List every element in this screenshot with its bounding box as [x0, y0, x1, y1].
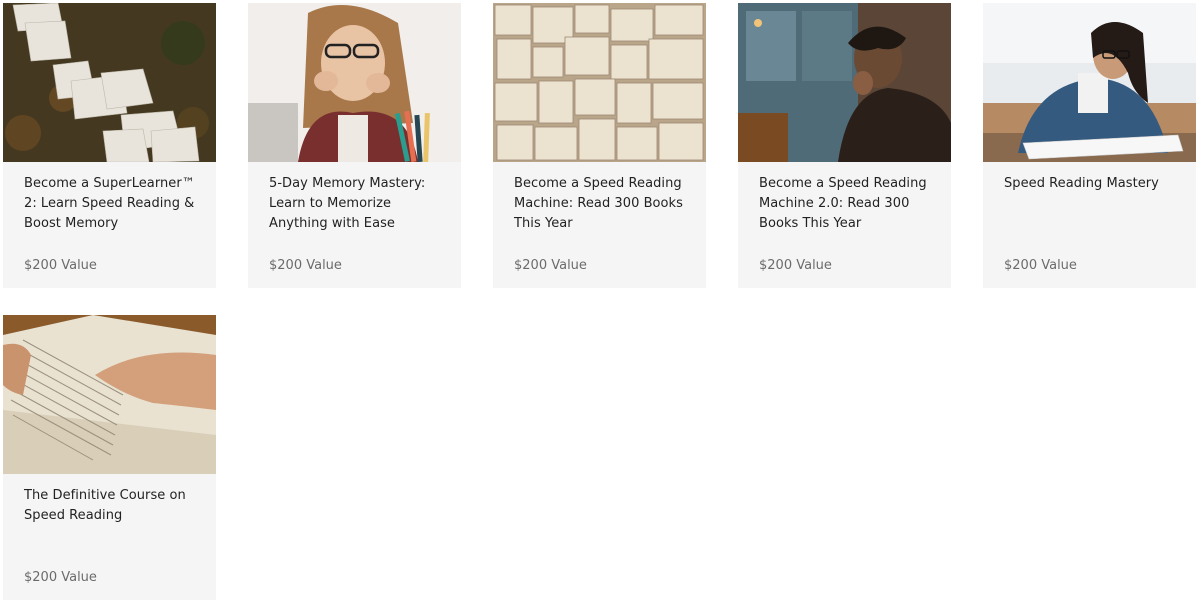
- course-title[interactable]: Become a SuperLearner™ 2: Learn Speed Re…: [24, 174, 202, 234]
- course-title[interactable]: Speed Reading Mastery: [1004, 174, 1182, 194]
- hand-on-book-photo[interactable]: [3, 315, 216, 474]
- course-value: $200 Value: [24, 258, 97, 273]
- open-books-collage-photo[interactable]: [493, 3, 706, 162]
- course-title[interactable]: 5-Day Memory Mastery: Learn to Memorize …: [269, 174, 447, 234]
- course-title[interactable]: Become a Speed Reading Machine: Read 300…: [514, 174, 692, 234]
- course-title[interactable]: The Definitive Course on Speed Reading: [24, 486, 202, 526]
- course-card[interactable]: Become a Speed Reading Machine: Read 300…: [493, 3, 706, 288]
- course-card[interactable]: Become a SuperLearner™ 2: Learn Speed Re…: [3, 3, 216, 288]
- course-card[interactable]: Become a Speed Reading Machine 2.0: Read…: [738, 3, 951, 288]
- course-card[interactable]: 5-Day Memory Mastery: Learn to Memorize …: [248, 3, 461, 288]
- man-reading-cafe-photo[interactable]: [738, 3, 951, 162]
- woman-biting-pencil-photo[interactable]: [248, 3, 461, 162]
- pages-on-grass-photo[interactable]: [3, 3, 216, 162]
- course-value: $200 Value: [269, 258, 342, 273]
- course-grid: Become a SuperLearner™ 2: Learn Speed Re…: [3, 3, 1196, 600]
- woman-studying-photo[interactable]: [983, 3, 1196, 162]
- course-value: $200 Value: [759, 258, 832, 273]
- course-title[interactable]: Become a Speed Reading Machine 2.0: Read…: [759, 174, 937, 234]
- course-card[interactable]: Speed Reading Mastery $200 Value: [983, 3, 1196, 288]
- course-value: $200 Value: [514, 258, 587, 273]
- course-card[interactable]: The Definitive Course on Speed Reading $…: [3, 315, 216, 600]
- course-value: $200 Value: [1004, 258, 1077, 273]
- course-value: $200 Value: [24, 570, 97, 585]
